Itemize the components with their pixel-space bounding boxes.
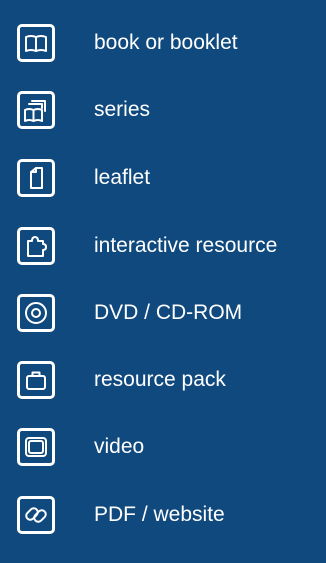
legend-label: DVD / CD-ROM <box>94 301 243 324</box>
legend-item-series: series <box>17 88 150 132</box>
briefcase-icon <box>17 361 55 399</box>
legend-label: resource pack <box>94 368 226 391</box>
screen-icon <box>17 428 55 466</box>
legend-label: series <box>94 98 151 121</box>
legend-item-interactive: interactive resource <box>17 224 277 268</box>
legend-item-pdf-website: PDF / website <box>17 493 225 537</box>
legend-label: video <box>94 435 145 458</box>
puzzle-icon <box>17 227 55 265</box>
leaflet-icon <box>17 159 55 197</box>
legend-label: leaflet <box>94 166 151 189</box>
book-icon <box>17 24 55 62</box>
legend-item-leaflet: leaflet <box>17 156 150 200</box>
legend-label: book or booklet <box>94 31 238 54</box>
legend-item-dvd: DVD / CD-ROM <box>17 291 242 335</box>
link-icon <box>17 496 55 534</box>
legend-label: PDF / website <box>94 503 225 526</box>
legend-item-book: book or booklet <box>17 21 238 65</box>
disc-icon <box>17 294 55 332</box>
legend-label: interactive resource <box>94 234 278 257</box>
legend-item-resource-pack: resource pack <box>17 358 226 402</box>
legend-item-video: video <box>17 425 144 469</box>
resource-type-legend: book or booklet series leaflet interacti… <box>0 0 326 563</box>
series-icon <box>17 91 55 129</box>
